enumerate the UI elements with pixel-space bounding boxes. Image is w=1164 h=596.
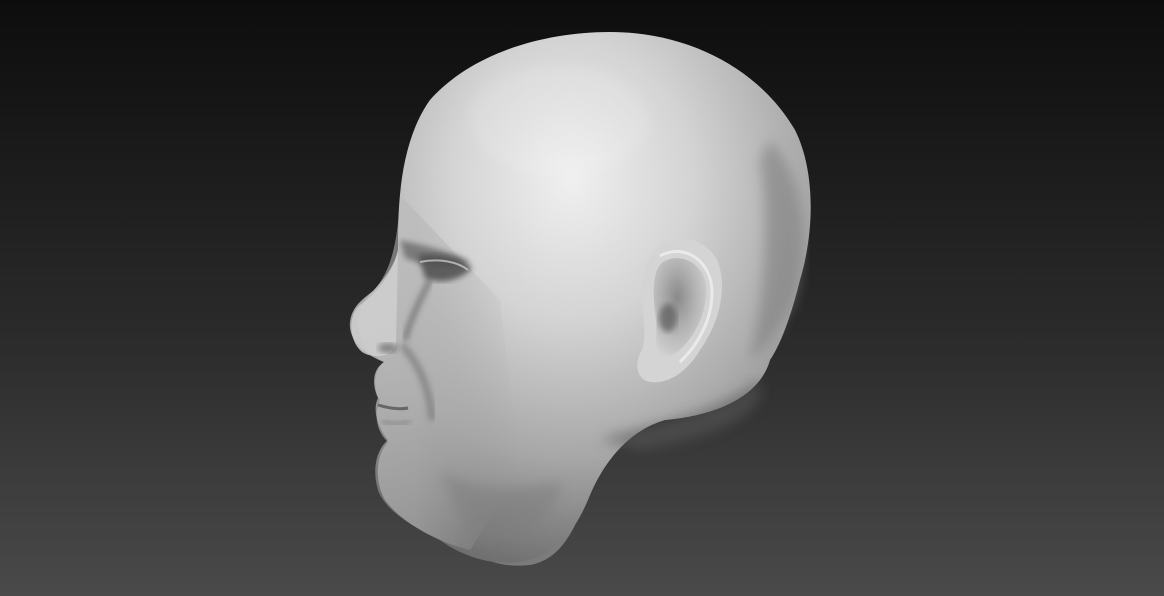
- viewport-canvas[interactable]: [0, 0, 1164, 596]
- sculpted-head-render: [0, 0, 1164, 596]
- nostril-shadow: [378, 343, 398, 353]
- skull-specular: [470, 65, 650, 175]
- ear-canal-shadow: [659, 304, 677, 332]
